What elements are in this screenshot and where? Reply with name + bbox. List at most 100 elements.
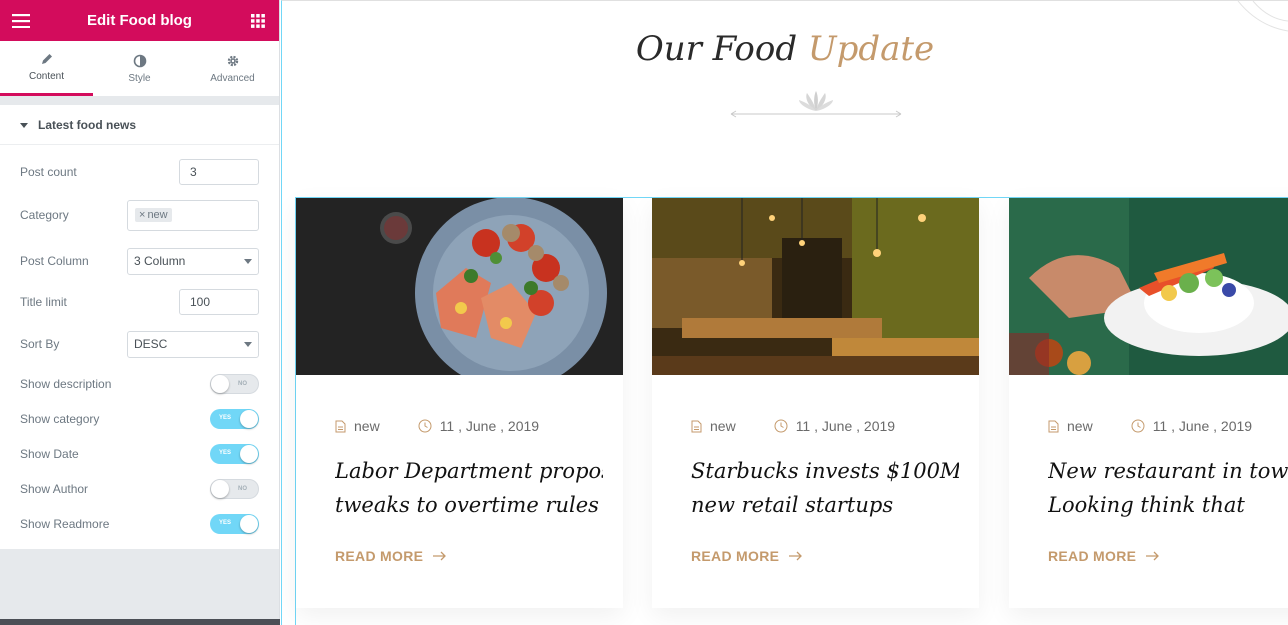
control-show-category: Show category YES [20,401,259,436]
toggle-state: NO [238,380,247,387]
show-description-toggle[interactable]: NO [210,373,259,394]
chevron-down-icon [244,341,252,347]
category-tag-label: new [147,208,168,221]
clock-icon [1131,419,1145,433]
control-label: Show category [20,411,100,426]
control-show-description: Show description NO [20,366,259,401]
post-meta: new 11 , June , 2019 [1048,418,1252,434]
post-category[interactable]: new [710,418,736,434]
control-show-date: Show Date YES [20,436,259,471]
post-date: 11 , June , 2019 [439,418,540,434]
read-more-label: READ MORE [1048,548,1137,564]
post-meta: new 11 , June , 2019 [335,418,539,434]
section-heading: Our Food Update [282,29,1288,69]
post-title[interactable]: Labor Department proposes tweaks to over… [335,454,603,522]
panel-tabs: Content Style Advanced [0,41,279,96]
lotus-divider-icon [730,91,902,118]
title-limit-input[interactable]: 100 [179,289,259,315]
preview-canvas: Our Food Update new 11 , June , 2019 Lab… [281,0,1288,625]
remove-tag-icon[interactable]: × [139,209,145,221]
document-icon [335,420,346,432]
post-title-line: New restaurant in town that [1048,459,1288,483]
control-sort-by: Sort By DESC [20,322,259,366]
controls-list: Post count 3 Category × new Post Column 3… [0,145,279,549]
sort-by-select[interactable]: DESC [127,330,259,358]
post-card[interactable]: new 11 , June , 2019 New restaurant in t… [1009,198,1288,608]
show-readmore-toggle[interactable]: YES [210,513,259,534]
toggle-knob [211,479,229,498]
post-title[interactable]: Starbucks invests $100M in new retail st… [691,454,959,522]
hamburger-menu-icon[interactable] [12,12,30,30]
control-title-limit: Title limit 100 [20,283,259,321]
tab-style[interactable]: Style [93,41,186,96]
post-image[interactable] [296,198,623,375]
section-toggle[interactable]: Latest food news [0,105,279,145]
post-image[interactable] [1009,198,1288,375]
post-column-select[interactable]: 3 Column [127,247,259,275]
control-post-count: Post count 3 [20,155,259,189]
toggle-state: YES [219,414,232,421]
control-label: Show Date [20,446,79,461]
tab-content[interactable]: Content [0,41,93,96]
post-title-line: Looking think that [1048,493,1245,517]
control-label: Category [20,208,69,222]
control-show-readmore: Show Readmore YES [20,506,259,541]
control-label: Show Author [20,481,89,496]
arrow-right-icon [433,551,447,561]
tab-advanced[interactable]: Advanced [186,41,279,96]
post-category[interactable]: new [1067,418,1093,434]
panel-header: Edit Food blog [0,0,279,41]
toggle-knob [240,409,258,428]
panel-footer-bar [0,619,280,625]
clock-icon [774,419,788,433]
post-date: 11 , June , 2019 [1152,418,1253,434]
heading-accent: Update [807,29,935,69]
post-count-input[interactable]: 3 [179,159,259,185]
post-title-line: tweaks to overtime rules [335,493,599,517]
control-label: Title limit [20,295,67,309]
control-label: Post Column [20,254,89,268]
control-label: Show description [20,376,112,391]
chevron-down-icon [244,258,252,264]
category-tag[interactable]: × new [135,207,172,222]
document-icon [1048,420,1059,432]
gear-icon [227,55,238,66]
toggle-state: YES [219,449,232,456]
document-icon [691,420,702,432]
post-title[interactable]: New restaurant in town that Looking thin… [1048,454,1288,522]
control-label: Sort By [20,337,60,351]
read-more-label: READ MORE [335,548,424,564]
show-date-toggle[interactable]: YES [210,443,259,464]
toggle-state: YES [219,519,232,526]
widgets-grid-icon[interactable] [249,12,267,30]
show-category-toggle[interactable]: YES [210,408,259,429]
post-card[interactable]: new 11 , June , 2019 Starbucks invests $… [652,198,979,608]
toggle-knob [240,444,258,463]
toggle-knob [240,514,258,533]
section-title: Latest food news [38,117,137,132]
panel-title: Edit Food blog [87,12,192,29]
read-more-link[interactable]: READ MORE [1048,548,1160,564]
section-latest-food-news: Latest food news Post count 3 Category ×… [0,105,279,549]
category-select[interactable]: × new [127,199,259,231]
post-category[interactable]: new [354,418,380,434]
read-more-link[interactable]: READ MORE [691,548,803,564]
post-meta: new 11 , June , 2019 [691,418,895,434]
heading-main: Our Food [635,29,798,69]
read-more-link[interactable]: READ MORE [335,548,447,564]
post-title-line: new retail startups [691,493,894,517]
post-title-line: Starbucks invests $100M in [691,459,959,483]
toggle-knob [211,374,229,393]
clock-icon [418,419,432,433]
caret-down-icon [20,118,28,132]
post-image[interactable] [652,198,979,375]
control-show-author: Show Author NO [20,471,259,506]
control-post-column: Post Column 3 Column [20,239,259,283]
post-card[interactable]: new 11 , June , 2019 Labor Department pr… [296,198,623,608]
half-circle-icon [133,54,146,67]
toggle-state: NO [238,485,247,492]
editor-panel: Edit Food blog Content Style Advanced La… [0,0,280,625]
pencil-icon [41,54,52,64]
arrow-right-icon [1146,551,1160,561]
show-author-toggle[interactable]: NO [210,478,259,499]
